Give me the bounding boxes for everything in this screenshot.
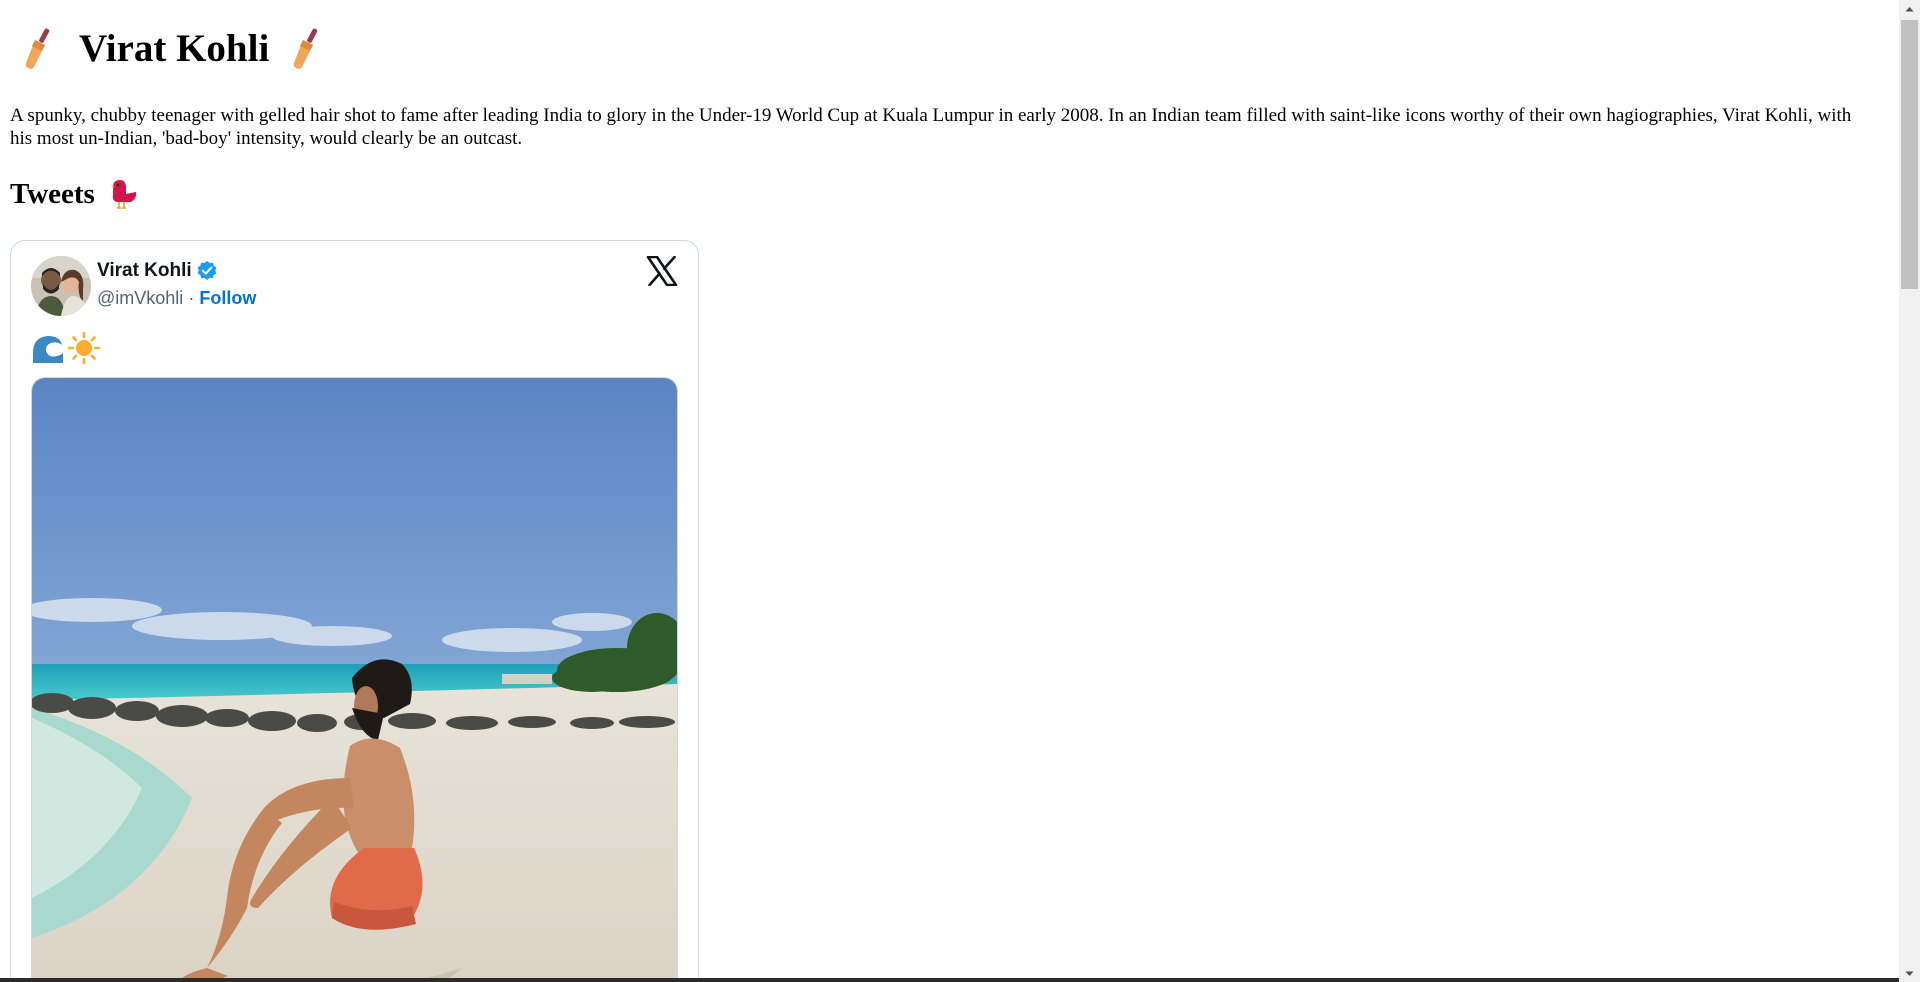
window-bottom-border [0,978,1899,982]
cricket-bat-icon [294,28,318,69]
author-name-text: Virat Kohli [97,260,192,281]
verified-badge-icon [197,261,217,280]
tweet-handle-line: @imVkohli · Follow [97,288,256,309]
tweet-author-name[interactable]: Virat Kohli [97,260,218,282]
tweets-heading: Tweets [10,177,141,211]
separator-dot: · [188,288,195,308]
page-scrollbar[interactable] [1899,0,1920,982]
avatar-photo [31,256,91,316]
tweets-heading-text: Tweets [10,177,95,210]
tweet-handle[interactable]: @imVkohli [97,288,183,308]
avatar[interactable] [31,256,91,316]
scroll-down-arrow-icon[interactable] [1899,965,1920,982]
x-logo-icon[interactable] [646,256,678,286]
tweet-media-photo[interactable] [31,377,678,982]
cricket-bat-icon [25,28,50,69]
embedded-tweet-card[interactable]: Virat Kohli @imVkohli · Follow [10,240,699,982]
follow-button[interactable]: Follow [199,288,256,308]
sun-icon [67,331,101,365]
page-title-text: Virat Kohli [79,27,270,70]
intro-paragraph: A spunky, chubby teenager with gelled ha… [10,105,1852,149]
beach-photo [32,378,677,982]
tweet-text [31,331,101,365]
scroll-up-arrow-icon[interactable] [1899,0,1920,17]
bird-icon [110,180,136,209]
page: Virat Kohli A spunky, chubby teenager wi… [0,0,1899,982]
page-title: Virat Kohli [21,26,325,71]
wave-icon [33,336,63,363]
scrollbar-thumb[interactable] [1901,20,1918,289]
